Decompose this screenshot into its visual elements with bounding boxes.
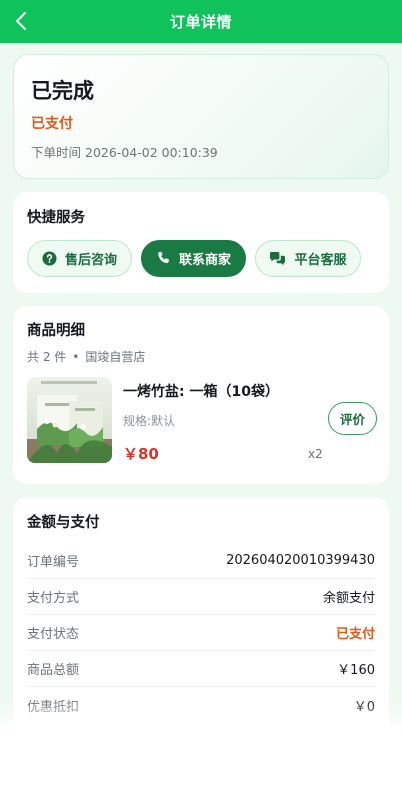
quick-services-title: 快捷服务 [27, 210, 85, 226]
chat-bubbles-icon [270, 251, 286, 266]
goods-total-value: ￥160 [337, 663, 375, 678]
goods-summary: 共 2 件 • 国竣自营店 [27, 348, 375, 365]
product-price: ￥80 [123, 445, 159, 463]
order-number-label: 订单编号 [27, 555, 80, 570]
payment-row-status: 支付状态 已支付 [27, 615, 375, 651]
order-detail-screen: 订单详情 已完成 已支付 下单时间 2026-04-02 00:10:39 快捷… [0, 0, 402, 724]
product-quantity: x2 [308, 447, 323, 461]
product-image[interactable] [27, 377, 112, 463]
payment-status-label: 支付状态 [27, 627, 80, 642]
payment-method-value: 余额支付 [322, 591, 375, 606]
quick-services-card: 快捷服务 售后咨询 联系商家 平台客服 [13, 192, 389, 293]
product-spec: 规格:默认 [123, 414, 176, 428]
order-time: 下单时间 2026-04-02 00:10:39 [31, 144, 388, 162]
amount-payment-title: 金额与支付 [27, 515, 100, 531]
discount-value: ￥0 [353, 699, 375, 715]
page-title: 订单详情 [169, 13, 232, 31]
payment-rows: 订单编号 202604020010399430 支付方式 余额支付 支付状态 已… [27, 543, 375, 723]
payment-row-order-number: 订单编号 202604020010399430 [27, 543, 375, 579]
payment-row-method: 支付方式 余额支付 [27, 579, 375, 615]
goods-detail-title: 商品明细 [27, 323, 85, 339]
back-button[interactable] [8, 8, 34, 34]
after-sale-label: 售后咨询 [64, 253, 117, 268]
goods-detail-card: 商品明细 共 2 件 • 国竣自营店 一烤竹盐: 一箱（10袋） 规格:默认 ￥… [13, 306, 389, 484]
payment-method-label: 支付方式 [27, 591, 80, 606]
amount-payment-card: 金额与支付 订单编号 202604020010399430 支付方式 余额支付 … [13, 497, 389, 724]
contact-merchant-label: 联系商家 [178, 253, 231, 268]
after-sale-button[interactable]: 售后咨询 [27, 240, 132, 277]
platform-service-label: 平台客服 [294, 253, 347, 268]
review-button[interactable]: 评价 [328, 402, 377, 435]
product-name[interactable]: 一烤竹盐: 一箱（10袋） [123, 381, 279, 401]
order-time-value: 2026-04-02 00:10:39 [85, 145, 218, 160]
order-time-label: 下单时间 [31, 145, 82, 160]
goods-total-label: 商品总额 [27, 663, 80, 678]
chevron-left-icon [16, 12, 26, 30]
payment-row-discount: 优惠抵扣 ￥0 [27, 687, 375, 723]
order-number-value: 202604020010399430 [226, 553, 375, 568]
order-status-card: 已完成 已支付 下单时间 2026-04-02 00:10:39 [13, 54, 389, 179]
goods-count: 共 2 件 [27, 350, 67, 364]
question-circle-icon [42, 251, 57, 266]
quick-services-row: 售后咨询 联系商家 平台客服 [27, 240, 389, 277]
goods-separator: • [72, 349, 80, 364]
platform-service-button[interactable]: 平台客服 [255, 240, 361, 277]
payment-status-value: 已支付 [335, 627, 375, 642]
payment-row-total: 商品总额 ￥160 [27, 651, 375, 687]
contact-merchant-button[interactable]: 联系商家 [141, 240, 246, 277]
nav-bar: 订单详情 [0, 0, 402, 43]
discount-label: 优惠抵扣 [27, 699, 80, 715]
goods-item[interactable]: 一烤竹盐: 一箱（10袋） 规格:默认 ￥80 x2 评价 [27, 377, 377, 465]
phone-icon [158, 251, 169, 264]
payment-status-text: 已支付 [31, 116, 73, 132]
store-name[interactable]: 国竣自营店 [85, 348, 145, 365]
order-status-title: 已完成 [31, 79, 94, 103]
